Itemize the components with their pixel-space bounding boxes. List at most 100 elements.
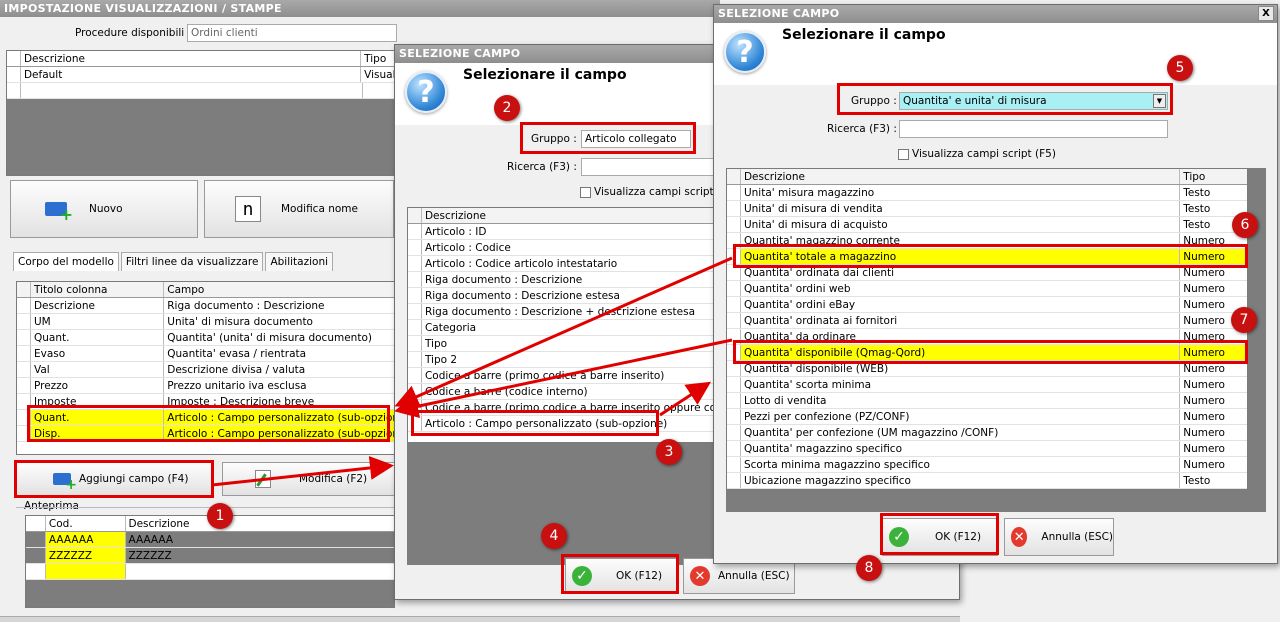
table-row[interactable]: UM Unita' di misura documento [17, 314, 395, 330]
table-cell: Descrizione [31, 298, 165, 313]
table-cell: Imposte [31, 394, 165, 409]
dialog1-script-checkbox[interactable]: Visualizza campi script (F [580, 186, 727, 198]
row-tipo: Visuali [364, 69, 395, 81]
step-badge-2: 2 [494, 95, 520, 121]
tab-corpo[interactable]: Corpo del modello [13, 252, 119, 271]
dialog2-annulla-button[interactable]: ✕ Annulla (ESC) [1004, 518, 1114, 556]
add-record-icon: + [45, 202, 73, 223]
table-row[interactable]: Lotto di vendita Numero [727, 393, 1247, 409]
table-row[interactable]: Quantita' scorta minima Numero [727, 377, 1247, 393]
table-row[interactable]: Quantita' magazzino specifico Numero [727, 441, 1247, 457]
dialog2-heading: Selezionare il campo [782, 27, 946, 43]
table-row[interactable]: Quantita' ordinata ai fornitori Numero [727, 313, 1247, 329]
table-row[interactable]: Prezzo Prezzo unitario iva esclusa [17, 378, 395, 394]
table-row[interactable]: Tipo 2 [408, 352, 726, 368]
table-row[interactable]: Articolo : Codice articolo intestatario [408, 256, 726, 272]
table-row[interactable]: Quant. Articolo : Campo personalizzato (s… [17, 410, 396, 426]
dialog1-ok-button[interactable]: ✓ OK (F12) [565, 558, 677, 594]
table-cell: Quantita' disponibile (Qmag-Qord) [740, 345, 1181, 360]
table-row[interactable]: Default Visuali [7, 67, 395, 83]
table-row[interactable]: Tipo [408, 336, 726, 352]
check-icon: ✓ [889, 527, 909, 547]
aggiungi-campo-button[interactable]: + Aggiungi campo (F4) [16, 462, 212, 496]
table-cell: Quantita' evasa / rientrata [167, 348, 307, 360]
table-row[interactable]: Quantita' disponibile (WEB) Numero [727, 361, 1247, 377]
table-row[interactable]: Pezzi per confezione (PZ/CONF) Numero [727, 409, 1247, 425]
table-row[interactable]: Codice a barre (primo codice a barre ins… [408, 400, 726, 416]
table-row[interactable]: Val Descrizione divisa / valuta [17, 362, 395, 378]
table-row[interactable]: Descrizione Riga documento : Descrizione [17, 298, 395, 314]
table-cell: Lotto di vendita [741, 393, 1181, 408]
col-campo: Campo [167, 284, 205, 296]
modifica-nome-button[interactable]: n Modifica nome [204, 180, 394, 238]
table-row[interactable]: Codice a barre (primo codice a barre ins… [408, 368, 726, 384]
table-row[interactable]: Quantita' ordini web Numero [727, 281, 1247, 297]
dialog2-ok-button[interactable]: ✓ OK (F12) [882, 518, 998, 556]
table-row[interactable]: Articolo : Codice [408, 240, 726, 256]
table-row[interactable]: Evaso Quantita' evasa / rientrata [17, 346, 395, 362]
add-field-icon: + [53, 473, 77, 492]
table-cell: Articolo : Campo personalizzato (sub-opz… [424, 418, 668, 430]
table-row[interactable]: Riga documento : Descrizione [408, 272, 726, 288]
dialog1-annulla-label: Annulla (ESC) [718, 570, 790, 582]
dialog1-gruppo-select[interactable]: Articolo collegato [581, 130, 691, 148]
table-cell: Unita' di misura di vendita [741, 201, 1181, 216]
dialog2-gruppo-select[interactable]: Quantita' e unita' di misura ▼ [899, 92, 1168, 110]
table-row[interactable]: Unita' di misura di acquisto Testo [727, 217, 1247, 233]
dialog2-col-desc: Descrizione [741, 169, 1181, 184]
procedure-select[interactable]: Ordini clienti [187, 24, 397, 42]
table-cell: Quantita' da ordinare [741, 329, 1181, 344]
table-row[interactable]: Quantita' per confezione (UM magazzino /… [727, 425, 1247, 441]
table-row[interactable]: Disp. Articolo : Campo personalizzato (su… [17, 426, 396, 442]
question-icon: ? [724, 31, 766, 73]
table-row[interactable]: ZZZZZZ ZZZZZZ [26, 548, 394, 564]
dialog1-ok-label: OK (F12) [616, 570, 663, 582]
table-row[interactable]: Quantita' ordinata dai clienti Numero [727, 265, 1247, 281]
checkbox-icon [898, 148, 909, 160]
table-cell: Numero [1183, 363, 1225, 375]
table-cell: Quantita' ordinata dai clienti [741, 265, 1181, 280]
table-row[interactable]: Ubicazione magazzino specifico Testo [727, 473, 1247, 489]
close-icon[interactable]: X [1258, 6, 1274, 21]
col-cod: Cod. [46, 516, 126, 531]
table-row[interactable]: Categoria [408, 320, 726, 336]
dialog1-heading: Selezionare il campo [463, 67, 627, 83]
table-row[interactable]: Articolo : ID [408, 224, 726, 240]
table-row[interactable]: Riga documento : Descrizione estesa [408, 288, 726, 304]
dialog2-ok-label: OK (F12) [935, 531, 982, 543]
table-row[interactable]: Codice a barre (codice interno) [408, 384, 726, 400]
table-cell: Testo [1183, 475, 1211, 487]
dialog2-script-checkbox[interactable]: Visualizza campi script (F5) [898, 148, 1056, 160]
table-row[interactable]: Scorta minima magazzino specifico Numero [727, 457, 1247, 473]
modifica-button[interactable]: Modifica (F2) [222, 462, 397, 496]
table-cell: Categoria [424, 322, 477, 334]
dialog1-search-input[interactable] [581, 158, 721, 176]
table-cell: Tipo 2 [424, 354, 458, 366]
dialog1-col-desc: Descrizione [424, 210, 486, 222]
chevron-down-icon: ▼ [1153, 94, 1166, 108]
table-row[interactable]: Imposte Imposte : Descrizione breve [17, 394, 395, 410]
dialog2-script-label: Visualizza campi script (F5) [912, 148, 1056, 160]
table-row[interactable]: AAAAAA AAAAAA [26, 532, 394, 548]
table-row[interactable]: Quantita' magazzino corrente Numero [727, 233, 1247, 249]
table-row[interactable]: Unita' misura magazzino Testo [727, 185, 1247, 201]
table-row[interactable]: Quant. Quantita' (unita' di misura docume… [17, 330, 395, 346]
table-row[interactable]: Quantita' totale a magazzino Numero [727, 249, 1247, 265]
table-row[interactable]: Quantita' ordini eBay Numero [727, 297, 1247, 313]
table-row[interactable]: Quantita' da ordinare Numero [727, 329, 1247, 345]
table-cell: Tipo [424, 338, 448, 350]
table-row[interactable]: Articolo : Campo personalizzato (sub-opz… [408, 416, 726, 432]
cancel-icon: ✕ [690, 566, 710, 586]
table-cell: Ubicazione magazzino specifico [741, 473, 1181, 488]
nuovo-button[interactable]: + Nuovo [10, 180, 198, 238]
table-cell: Quant. [30, 410, 165, 425]
tab-abilitazioni[interactable]: Abilitazioni [265, 252, 334, 271]
dialog1-fields-grid: Descrizione Articolo : ID Articolo : Codi… [407, 207, 727, 443]
table-row[interactable]: Quantita' disponibile (Qmag-Qord) Numero [727, 345, 1247, 361]
table-row[interactable]: Riga documento : Descrizione + descrizio… [408, 304, 726, 320]
tab-filtri[interactable]: Filtri linee da visualizzare [120, 252, 264, 271]
step-badge-5: 5 [1167, 55, 1193, 81]
table-cell: Riga documento : Descrizione estesa [424, 290, 620, 302]
table-row[interactable]: Unita' di misura di vendita Testo [727, 201, 1247, 217]
dialog2-search-input[interactable] [899, 120, 1168, 138]
